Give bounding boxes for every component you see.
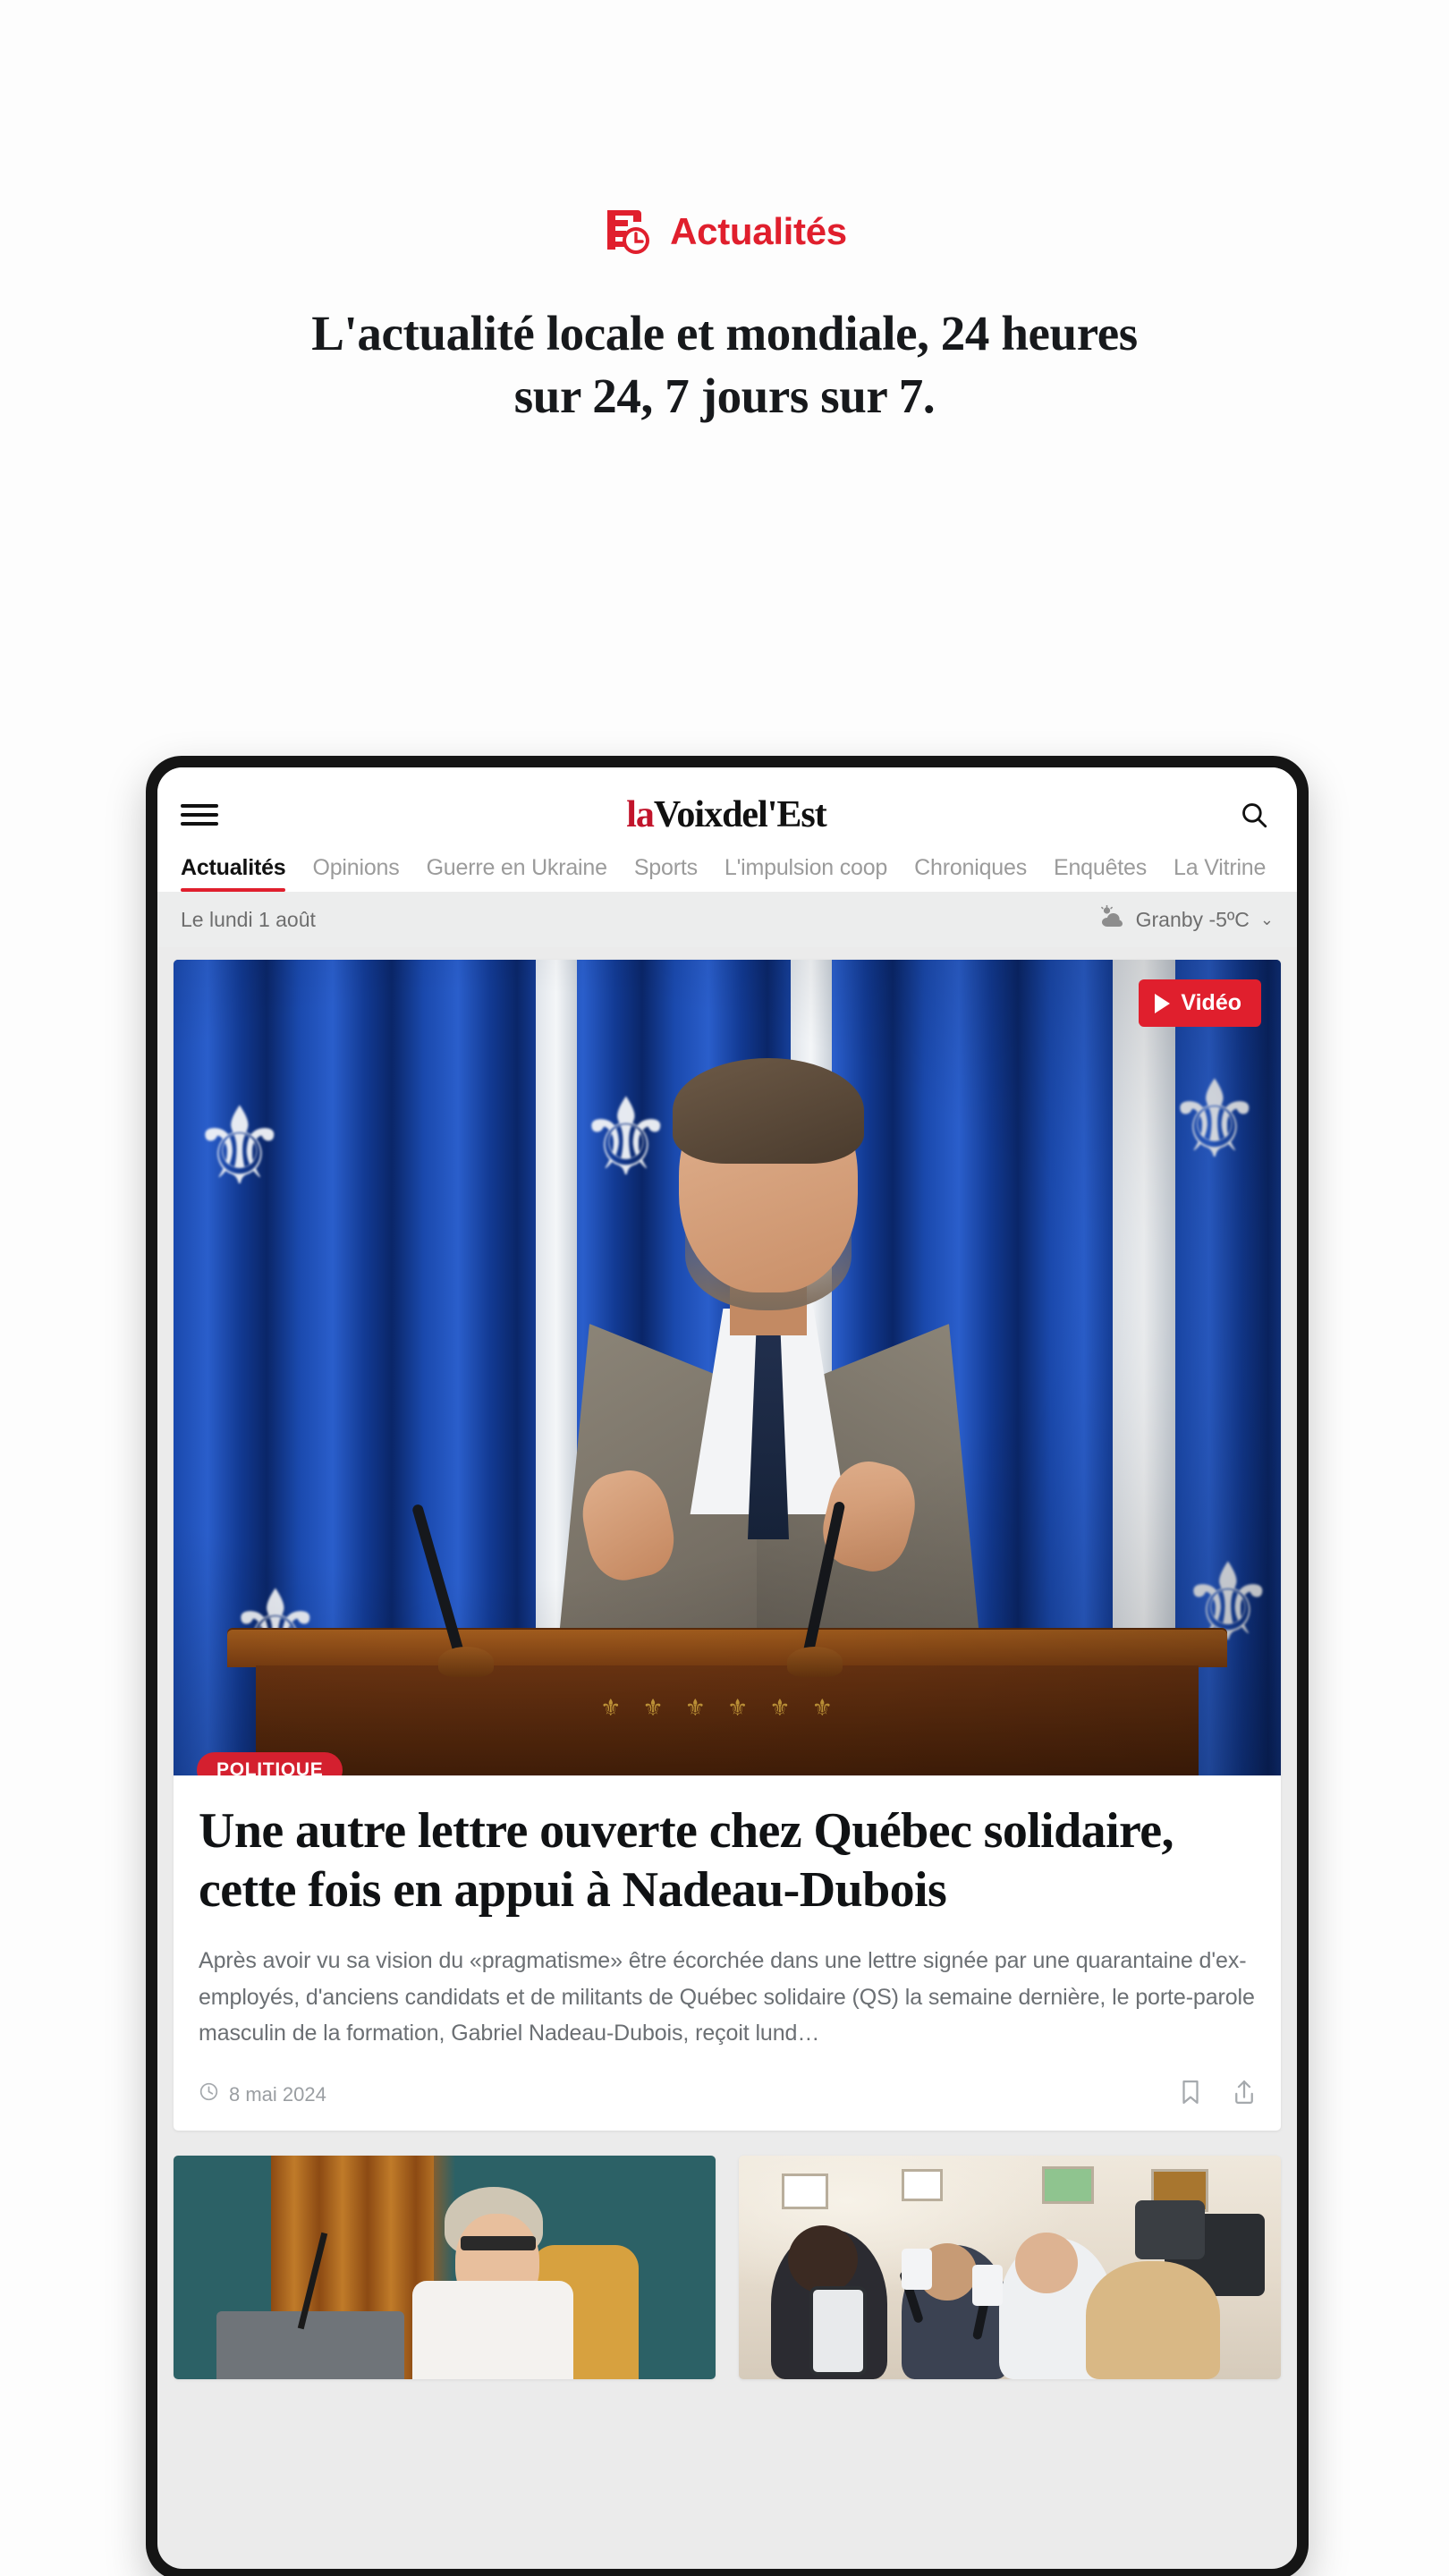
masthead-rest: Voixdel'Est xyxy=(653,794,827,835)
weather-label: Granby -5ºC xyxy=(1135,907,1250,931)
video-camera xyxy=(1135,2199,1206,2259)
hero-date-label: 8 mai 2024 xyxy=(229,2082,326,2106)
chevron-down-icon[interactable]: ⌄ xyxy=(1260,911,1274,929)
category-badge[interactable]: POLITIQUE xyxy=(197,1752,343,1775)
article-card-grid xyxy=(174,2155,1281,2379)
weather-widget[interactable]: Granby -5ºC ⌄ xyxy=(1098,904,1274,934)
tab-la-vitrine[interactable]: La Vitrine xyxy=(1174,855,1266,892)
video-badge[interactable]: Vidéo xyxy=(1139,979,1261,1027)
promo-kicker: Actualités xyxy=(0,208,1449,256)
wall-frame xyxy=(901,2168,943,2201)
hero-body: Une autre lettre ouverte chez Québec sol… xyxy=(174,1775,1281,2131)
clock-icon xyxy=(199,2081,219,2107)
person-head xyxy=(787,2224,858,2293)
promo-header: Actualités L'actualité locale et mondial… xyxy=(0,0,1449,428)
tablet-device-frame: laVoixdel'Est Actualités Opinions Guerre… xyxy=(146,756,1309,2576)
hero-headline[interactable]: Une autre lettre ouverte chez Québec sol… xyxy=(199,1802,1256,1919)
promo-kicker-label: Actualités xyxy=(670,210,847,252)
bookmark-icon[interactable] xyxy=(1179,2079,1202,2111)
date-weather-strip: Le lundi 1 août Granby -5ºC ⌄ xyxy=(157,892,1297,947)
page-root: Actualités L'actualité locale et mondial… xyxy=(0,0,1449,2576)
laptop xyxy=(216,2310,405,2379)
hero-summary: Après avoir vu sa vision du «pragmatisme… xyxy=(199,1948,1255,2046)
hamburger-icon[interactable] xyxy=(181,801,218,828)
person-head xyxy=(1015,2232,1079,2293)
masthead-prefix: la xyxy=(626,794,655,835)
tab-opinions[interactable]: Opinions xyxy=(312,855,399,892)
microphone-flag xyxy=(971,2264,1003,2306)
image-vignette xyxy=(174,960,1281,1775)
wall-frame xyxy=(1042,2166,1095,2205)
hero-meta-row: 8 mai 2024 xyxy=(199,2079,1256,2111)
card-press-scrum[interactable] xyxy=(739,2155,1281,2379)
tab-sports[interactable]: Sports xyxy=(634,855,698,892)
video-badge-label: Vidéo xyxy=(1181,990,1241,1015)
category-tabs[interactable]: Actualités Opinions Guerre en Ukraine Sp… xyxy=(157,839,1297,892)
news-clock-icon xyxy=(602,208,652,256)
current-date: Le lundi 1 août xyxy=(181,907,316,931)
microphone-flag xyxy=(901,2248,932,2290)
hero-actions xyxy=(1179,2079,1256,2111)
person-jacket xyxy=(411,2280,573,2379)
wall-frame xyxy=(782,2173,829,2209)
smartphone xyxy=(809,2285,867,2376)
app-screen: laVoixdel'Est Actualités Opinions Guerre… xyxy=(157,767,1297,2569)
hero-image[interactable]: ⚜ ⚜ ⚜ ⚜ ⚜ xyxy=(174,960,1281,1775)
share-icon[interactable] xyxy=(1233,2079,1256,2111)
hero-date: 8 mai 2024 xyxy=(199,2081,326,2107)
hero-article-card[interactable]: ⚜ ⚜ ⚜ ⚜ ⚜ xyxy=(174,960,1281,2131)
tab-actualites[interactable]: Actualités xyxy=(181,855,286,892)
tab-chroniques[interactable]: Chroniques xyxy=(914,855,1027,892)
tab-guerre-en-ukraine[interactable]: Guerre en Ukraine xyxy=(427,855,607,892)
promo-title: L'actualité locale et mondiale, 24 heure… xyxy=(311,306,1138,423)
person xyxy=(1085,2260,1220,2379)
cloud-sun-icon xyxy=(1098,904,1125,934)
play-icon xyxy=(1155,993,1171,1013)
glasses-icon xyxy=(461,2235,537,2250)
masthead-logo[interactable]: laVoixdel'Est xyxy=(626,793,826,836)
card-council-chamber[interactable] xyxy=(174,2155,716,2379)
search-icon[interactable] xyxy=(1234,795,1274,835)
tab-limpulsion-coop[interactable]: L'impulsion coop xyxy=(724,855,887,892)
app-bar: laVoixdel'Est xyxy=(157,767,1297,839)
tab-enquetes[interactable]: Enquêtes xyxy=(1054,855,1147,892)
